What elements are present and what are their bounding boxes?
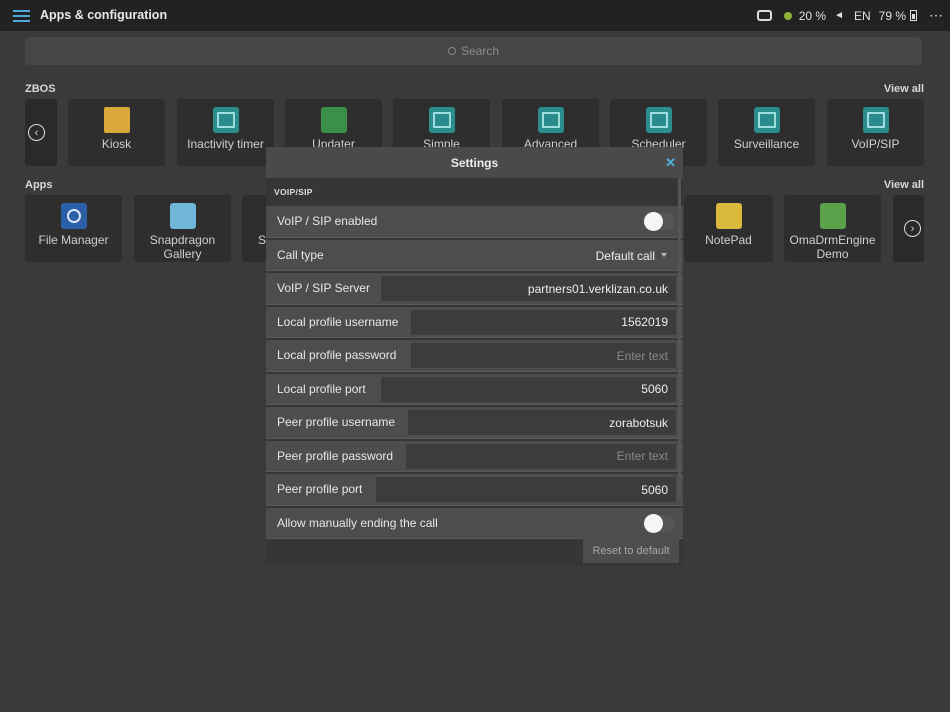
reset-to-default-button[interactable]: Reset to default: [583, 538, 679, 563]
server-label: VoIP / SIP Server: [277, 281, 370, 296]
app-tile-label: Inactivity timer: [187, 137, 264, 151]
manual-end-toggle[interactable]: [643, 513, 675, 533]
dialog-scrollbar[interactable]: [678, 178, 681, 498]
app-tile-label: Surveillance: [733, 137, 800, 151]
search-placeholder: Search: [460, 44, 500, 58]
status-bar: 20 % ◄ EN 79 % ⋯: [756, 0, 950, 31]
manual-end-label: Allow manually ending the call: [277, 515, 438, 530]
peer-port-label: Peer profile port: [277, 482, 363, 497]
image-icon: [428, 107, 455, 133]
app-tile-label: File Manager: [38, 233, 109, 247]
local-username-input[interactable]: 1562019: [411, 309, 676, 335]
server-row: VoIP / SIP Server partners01.verklizan.c…: [266, 273, 683, 305]
chevron-down-icon: [661, 252, 667, 257]
more-icon[interactable]: ⋯: [929, 7, 944, 24]
section-heading: VOIP/SIP: [274, 187, 313, 197]
zbos-scroll-left-button[interactable]: ‹: [25, 99, 57, 166]
image-icon: [537, 107, 564, 133]
local-port-label: Local profile port: [277, 381, 366, 396]
dialog-header: Settings ✕: [266, 147, 683, 178]
apps-scroll-right-button[interactable]: ›: [893, 195, 924, 262]
gallery-icon: [169, 203, 196, 229]
apps-section-label: Apps: [25, 179, 53, 191]
chevron-left-icon: ‹: [28, 124, 45, 141]
local-password-label: Local profile password: [277, 348, 397, 363]
voip-enabled-label: VoIP / SIP enabled: [277, 214, 378, 229]
image-icon: [862, 107, 889, 133]
peer-port-input[interactable]: 5060: [376, 477, 676, 502]
local-username-label: Local profile username: [277, 314, 399, 329]
page-title: Apps & configuration: [40, 8, 168, 22]
apps-view-all-link[interactable]: View all: [884, 179, 924, 191]
menu-icon[interactable]: [13, 10, 30, 22]
toggle-knob: [644, 212, 663, 231]
peer-password-row: Peer profile password Enter text: [266, 440, 683, 472]
settings-list: VoIP / SIP enabled Call type Default cal…: [266, 206, 683, 539]
battery-icon: [910, 10, 917, 21]
wifi-percent: 20 %: [798, 8, 827, 23]
image-icon: [753, 107, 780, 133]
local-username-row: Local profile username 1562019: [266, 306, 683, 338]
app-tile-surveillance[interactable]: Surveillance: [718, 99, 815, 166]
peer-port-row: Peer profile port 5060: [266, 474, 683, 506]
voip-enabled-row: VoIP / SIP enabled: [266, 206, 683, 238]
zbos-view-all-link[interactable]: View all: [884, 83, 924, 95]
app-tile-notepad[interactable]: NotePad: [684, 195, 773, 262]
app-tile-omadrmengine-demo[interactable]: OmaDrmEngine Demo: [784, 195, 881, 262]
lock-icon: [819, 203, 846, 229]
manual-end-row: Allow manually ending the call: [266, 507, 683, 539]
app-tile-label: OmaDrmEngine Demo: [789, 233, 876, 261]
app-tile-inactivity-timer[interactable]: Inactivity timer: [177, 99, 274, 166]
camera-lens-icon: [60, 203, 87, 229]
battery-percent: 79 %: [878, 8, 906, 23]
status-dot-icon: [783, 11, 792, 20]
call-type-row: Call type Default call: [266, 239, 683, 271]
toggle-knob: [644, 513, 663, 533]
local-password-input[interactable]: Enter text: [411, 343, 676, 368]
image-icon: [645, 107, 672, 133]
search-bar[interactable]: Search: [25, 37, 922, 65]
app-tile-label: NotePad: [705, 233, 752, 247]
local-port-input[interactable]: 5060: [381, 376, 676, 402]
app-tile-label: S: [258, 233, 267, 247]
call-type-label: Call type: [277, 247, 324, 262]
image-icon: [212, 107, 239, 133]
top-bar: Apps & configuration 20 % ◄ EN 79 % ⋯: [0, 0, 950, 31]
app-tile-kiosk[interactable]: Kiosk: [68, 99, 165, 166]
peer-password-label: Peer profile password: [277, 448, 394, 463]
close-icon[interactable]: ✕: [665, 155, 676, 171]
app-tile-file-manager[interactable]: File Manager: [25, 195, 122, 262]
peer-username-input[interactable]: zorabotsuk: [408, 410, 676, 435]
folder-icon: [103, 107, 130, 133]
dialog-title: Settings: [450, 155, 499, 170]
device-icon: [756, 10, 772, 21]
android-icon: [320, 107, 347, 133]
app-tile-label: VoIP/SIP: [851, 137, 900, 151]
notepad-icon: [715, 203, 742, 229]
local-port-row: Local profile port 5060: [266, 373, 683, 405]
language-indicator: EN: [853, 8, 871, 23]
local-password-row: Local profile password Enter text: [266, 340, 683, 372]
app-tile-snapdragon-gallery[interactable]: Snapdragon Gallery: [134, 195, 231, 262]
zbos-section-label: ZBOS: [25, 83, 56, 95]
app-tile-label: Snapdragon Gallery: [149, 233, 216, 261]
peer-username-label: Peer profile username: [277, 415, 396, 430]
peer-username-row: Peer profile username zorabotsuk: [266, 407, 683, 439]
settings-dialog: Settings ✕ VOIP/SIP VoIP / SIP enabled C…: [266, 147, 683, 565]
call-type-select[interactable]: Default call: [596, 249, 667, 263]
volume-icon: ◄: [834, 10, 844, 21]
call-type-value: Default call: [595, 248, 655, 263]
app-tile-voip-sip[interactable]: VoIP/SIP: [827, 99, 924, 166]
peer-password-input[interactable]: Enter text: [406, 443, 676, 469]
search-icon: [447, 47, 456, 55]
chevron-right-icon: ›: [904, 220, 921, 237]
voip-enabled-toggle[interactable]: [643, 212, 675, 231]
app-tile-label: Kiosk: [101, 137, 132, 151]
server-input[interactable]: partners01.verklizan.co.uk: [381, 276, 676, 301]
